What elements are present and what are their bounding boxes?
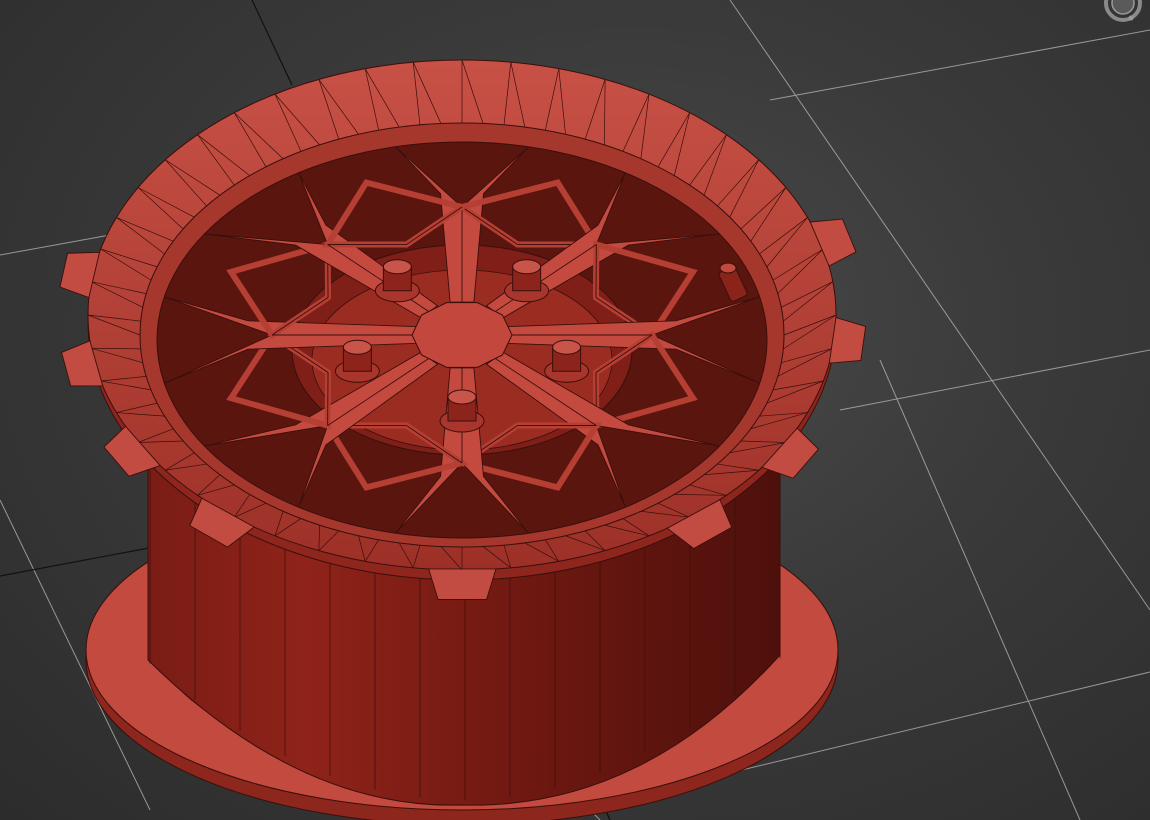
lug-nut-cap xyxy=(512,259,542,275)
viewcube-ring-icon xyxy=(1104,0,1142,22)
viewcube-icon[interactable] xyxy=(1102,0,1144,24)
lip-tab xyxy=(428,568,497,600)
viewport-scene[interactable] xyxy=(0,0,1150,820)
lip-tab xyxy=(828,316,867,364)
lug-nut-cap xyxy=(382,259,412,275)
lug-nut-cap xyxy=(552,339,582,355)
lug-nut-cap xyxy=(342,339,372,355)
lug-nut-cap xyxy=(447,389,477,405)
rim-hub xyxy=(411,302,513,368)
3d-viewport[interactable] xyxy=(0,0,1150,820)
